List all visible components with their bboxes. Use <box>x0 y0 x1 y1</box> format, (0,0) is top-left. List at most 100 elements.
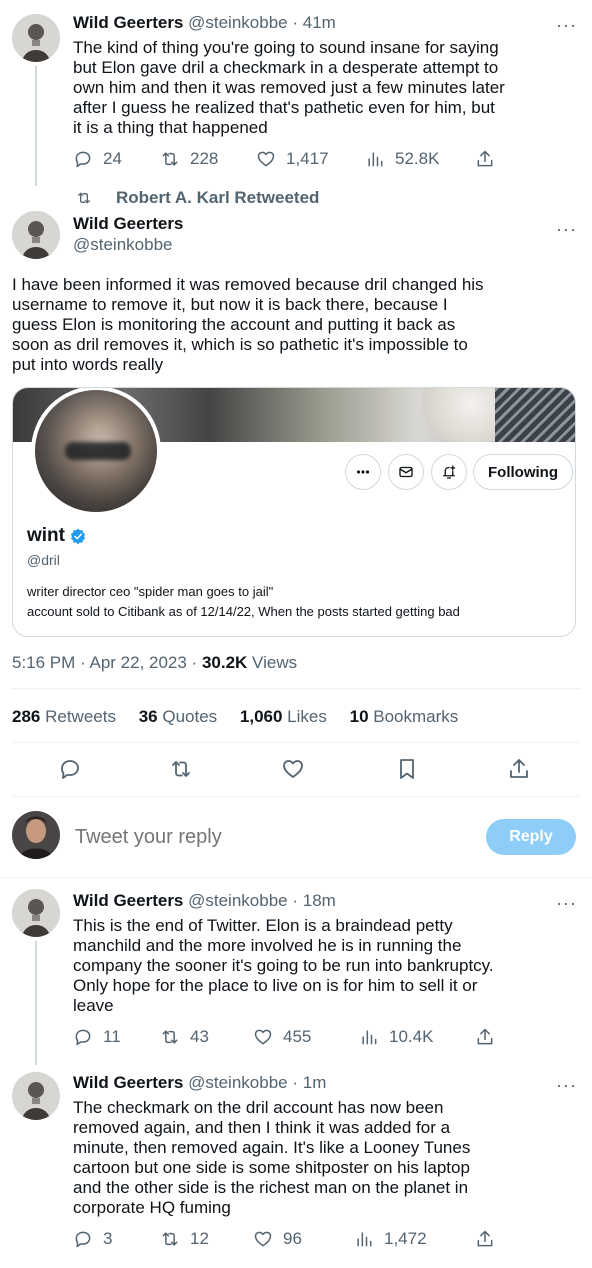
share-button[interactable] <box>475 149 505 169</box>
profile-screenshot-card[interactable]: Following wint @dril writer director ceo… <box>12 387 576 637</box>
tweet-text-line: guess Elon is monitoring the account and… <box>12 315 456 334</box>
bookmarks-label: Bookmarks <box>368 707 459 726</box>
author-handle[interactable]: @steinkobbe <box>188 891 288 910</box>
quotes-count: 36 <box>138 707 158 726</box>
bookmarks-stat[interactable]: 10 Bookmarks <box>350 707 459 726</box>
tweet-text-line: company the sooner it's going to be run … <box>73 956 494 975</box>
retweets-stat[interactable]: 286 Retweets <box>12 707 116 726</box>
divider <box>12 796 580 797</box>
more-options-button[interactable] <box>345 454 381 490</box>
retweet-banner-text: Robert A. Karl Retweeted <box>116 188 320 207</box>
bookmark-button[interactable] <box>395 757 419 781</box>
views-button[interactable]: 10.4K <box>359 1027 433 1047</box>
analytics-icon <box>357 1232 372 1247</box>
author-name[interactable]: Wild Geerters <box>73 213 183 235</box>
heart-icon <box>257 151 275 167</box>
mail-icon <box>399 466 413 478</box>
reply-count: 3 <box>103 1229 113 1248</box>
share-button[interactable] <box>507 757 531 781</box>
retweets-count: 286 <box>12 707 41 726</box>
like-button[interactable]: 455 <box>253 1027 311 1047</box>
tweet-header: Wild Geerters @steinkobbe · 41m <box>73 12 336 34</box>
divider <box>12 742 580 743</box>
like-count: 1,417 <box>286 149 329 168</box>
author-avatar[interactable] <box>12 14 60 62</box>
verified-badge-icon <box>70 528 86 545</box>
message-button[interactable] <box>388 454 424 490</box>
like-button[interactable] <box>281 757 305 781</box>
tweet-text-line: manchild and the more involved he is in … <box>73 936 462 955</box>
current-user-avatar[interactable] <box>12 811 60 859</box>
retweet-icon <box>162 152 178 166</box>
more-icon <box>356 470 370 474</box>
tweet-text-line: The checkmark on the dril account has no… <box>73 1098 444 1117</box>
profile-picture <box>31 388 161 516</box>
tweet-actions: 3 12 96 1,472 <box>73 1229 503 1253</box>
tweet-header: Wild Geerters @steinkobbe · 1m <box>73 1072 326 1094</box>
views-count: 30.2K <box>201 653 248 672</box>
following-button[interactable]: Following <box>473 454 573 490</box>
likes-stat[interactable]: 1,060 Likes <box>240 707 327 726</box>
retweet-icon <box>78 192 90 204</box>
share-button[interactable] <box>475 1229 505 1249</box>
separator: · <box>287 13 303 32</box>
profile-name-text: wint <box>27 525 65 546</box>
tweet-text-line: cartoon but one side is some shitposter … <box>73 1158 470 1177</box>
author-name[interactable]: Wild Geerters <box>73 13 183 32</box>
author-avatar[interactable] <box>12 889 60 937</box>
reply-input[interactable] <box>75 826 455 849</box>
retweet-count: 12 <box>190 1229 209 1248</box>
quotes-stat[interactable]: 36 Quotes <box>139 707 217 726</box>
author-handle[interactable]: @steinkobbe <box>73 234 173 256</box>
tweet-text-line: it is a thing that happened <box>73 118 268 137</box>
author-avatar[interactable] <box>12 211 60 259</box>
reply-button[interactable]: 11 <box>73 1027 121 1047</box>
like-button[interactable]: 1,417 <box>256 149 329 169</box>
author-avatar[interactable] <box>12 1072 60 1120</box>
reply-submit-button[interactable]: Reply <box>486 819 576 855</box>
heart-icon <box>283 760 303 778</box>
quotes-label: Quotes <box>157 707 218 726</box>
reply-button[interactable]: 24 <box>73 149 122 169</box>
more-options-icon[interactable]: ··· <box>556 220 577 238</box>
profile-bio-line: writer director ceo "spider man goes to … <box>27 584 274 599</box>
tweet-timestamp[interactable]: 5:16 PM · Apr 22, 2023 · 30.2K Views <box>12 653 297 673</box>
timestamp-text: 5:16 PM · Apr 22, 2023 · <box>12 653 202 672</box>
like-button[interactable]: 96 <box>253 1229 302 1249</box>
tweet-text-line: but Elon gave dril a checkmark in a desp… <box>73 58 499 77</box>
author-name[interactable]: Wild Geerters <box>73 891 183 910</box>
notifications-button[interactable] <box>431 454 467 490</box>
tweet-time[interactable]: 18m <box>303 891 336 910</box>
reply-button[interactable]: 3 <box>73 1229 112 1249</box>
view-count: 10.4K <box>389 1027 434 1046</box>
more-options-icon[interactable]: ··· <box>556 894 577 912</box>
tweet-time[interactable]: 41m <box>303 13 336 32</box>
reply-icon <box>75 151 91 168</box>
retweet-icon <box>172 761 190 777</box>
author-name[interactable]: Wild Geerters <box>73 1073 183 1092</box>
retweet-button[interactable]: 12 <box>160 1229 209 1249</box>
heart-icon <box>254 1029 272 1045</box>
tweet-text-line: username to remove it, but now it is bac… <box>12 295 448 314</box>
share-button[interactable] <box>475 1027 505 1047</box>
profile-handle: @dril <box>27 552 60 568</box>
tweet-text: The checkmark on the dril account has no… <box>73 1098 470 1218</box>
share-icon <box>477 1230 493 1247</box>
reply-count: 11 <box>103 1027 121 1046</box>
retweet-banner[interactable]: Robert A. Karl Retweeted <box>78 188 320 208</box>
views-button[interactable]: 1,472 <box>354 1229 427 1249</box>
views-button[interactable]: 52.8K <box>365 149 439 169</box>
more-options-icon[interactable]: ··· <box>556 16 577 34</box>
author-handle[interactable]: @steinkobbe <box>188 1073 288 1092</box>
bookmarks-count: 10 <box>349 707 369 726</box>
retweet-button[interactable] <box>169 757 193 781</box>
retweet-count: 43 <box>190 1027 209 1046</box>
retweet-button[interactable]: 228 <box>160 149 218 169</box>
retweet-button[interactable]: 43 <box>160 1027 209 1047</box>
author-handle[interactable]: @steinkobbe <box>188 13 288 32</box>
separator: · <box>287 1073 303 1092</box>
reply-button[interactable] <box>58 757 82 781</box>
more-options-icon[interactable]: ··· <box>556 1076 577 1094</box>
tweet-text-line: removed again, and then I think it was a… <box>73 1118 451 1137</box>
tweet-time[interactable]: 1m <box>303 1073 327 1092</box>
